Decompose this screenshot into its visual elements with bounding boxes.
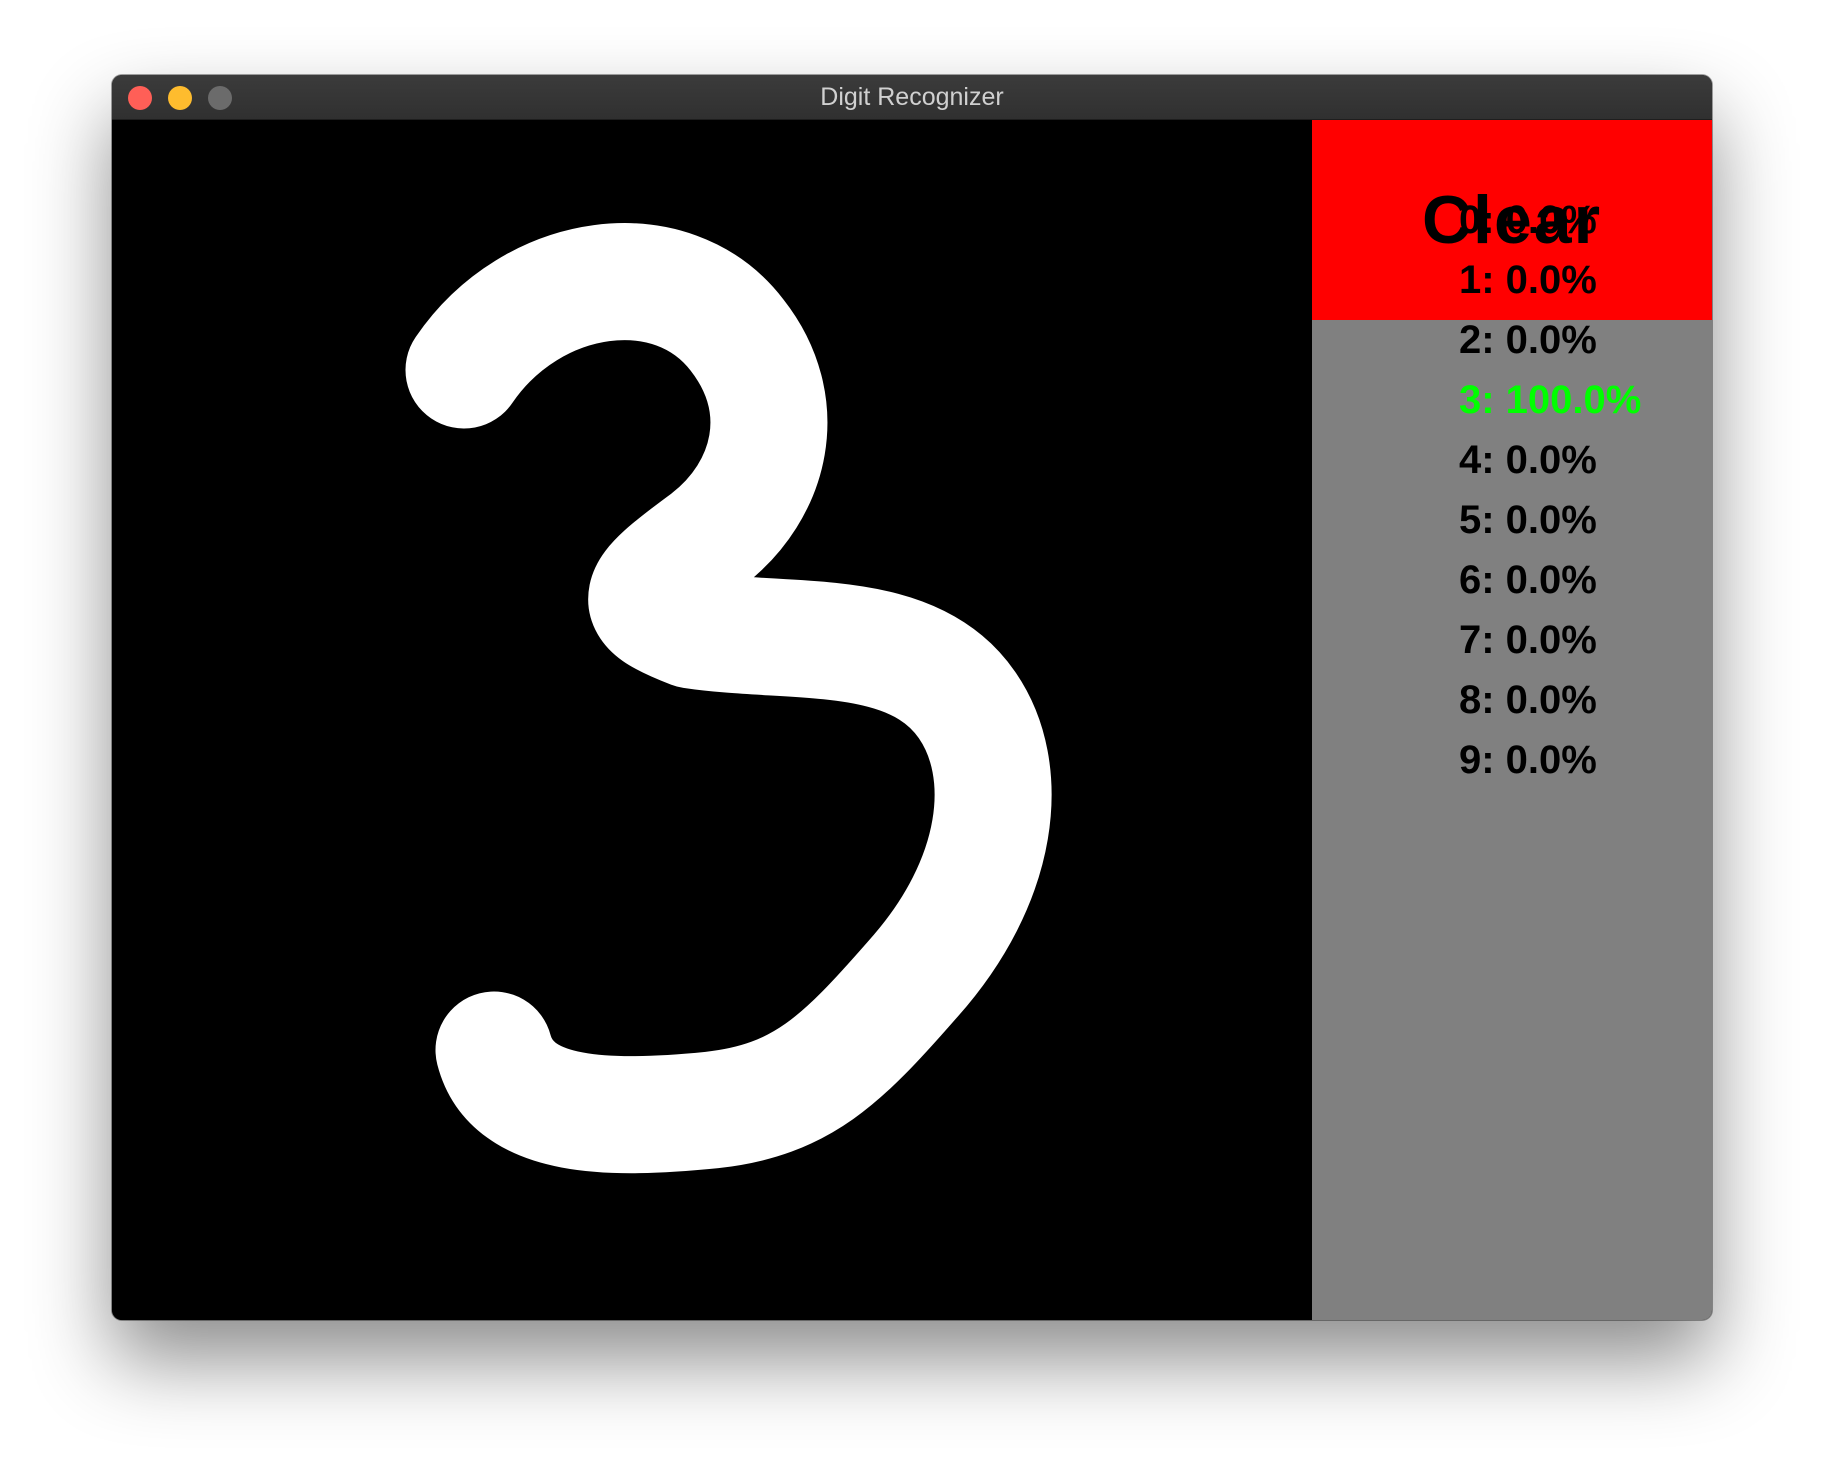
prediction-list: 0: 0.0% 1: 0.0% 2: 0.0% 3: 100.0% 4: 0.0… <box>1459 190 1712 790</box>
prediction-7: 7: 0.0% <box>1459 618 1597 662</box>
prediction-2: 2: 0.0% <box>1459 318 1597 362</box>
prediction-1: 1: 0.0% <box>1459 258 1597 302</box>
title-bar[interactable]: Digit Recognizer <box>112 75 1712 120</box>
prediction-3: 3: 100.0% <box>1459 378 1642 422</box>
drawn-digit-stroke <box>405 223 1052 1174</box>
prediction-9: 9: 0.0% <box>1459 738 1597 782</box>
prediction-5: 5: 0.0% <box>1459 498 1597 542</box>
prediction-0: 0: 0.0% <box>1459 198 1597 242</box>
drawing-surface[interactable] <box>112 120 1312 1320</box>
prediction-panel: Clear 0: 0.0% 1: 0.0% 2: 0.0% 3: 100.0% … <box>1312 120 1712 1320</box>
drawing-canvas[interactable] <box>112 120 1312 1320</box>
window-title: Digit Recognizer <box>820 83 1004 111</box>
prediction-8: 8: 0.0% <box>1459 678 1597 722</box>
prediction-4: 4: 0.0% <box>1459 438 1597 482</box>
app-window: Digit Recognizer Clear 0: 0.0% 1: 0.0% 2… <box>112 75 1712 1320</box>
prediction-6: 6: 0.0% <box>1459 558 1597 602</box>
